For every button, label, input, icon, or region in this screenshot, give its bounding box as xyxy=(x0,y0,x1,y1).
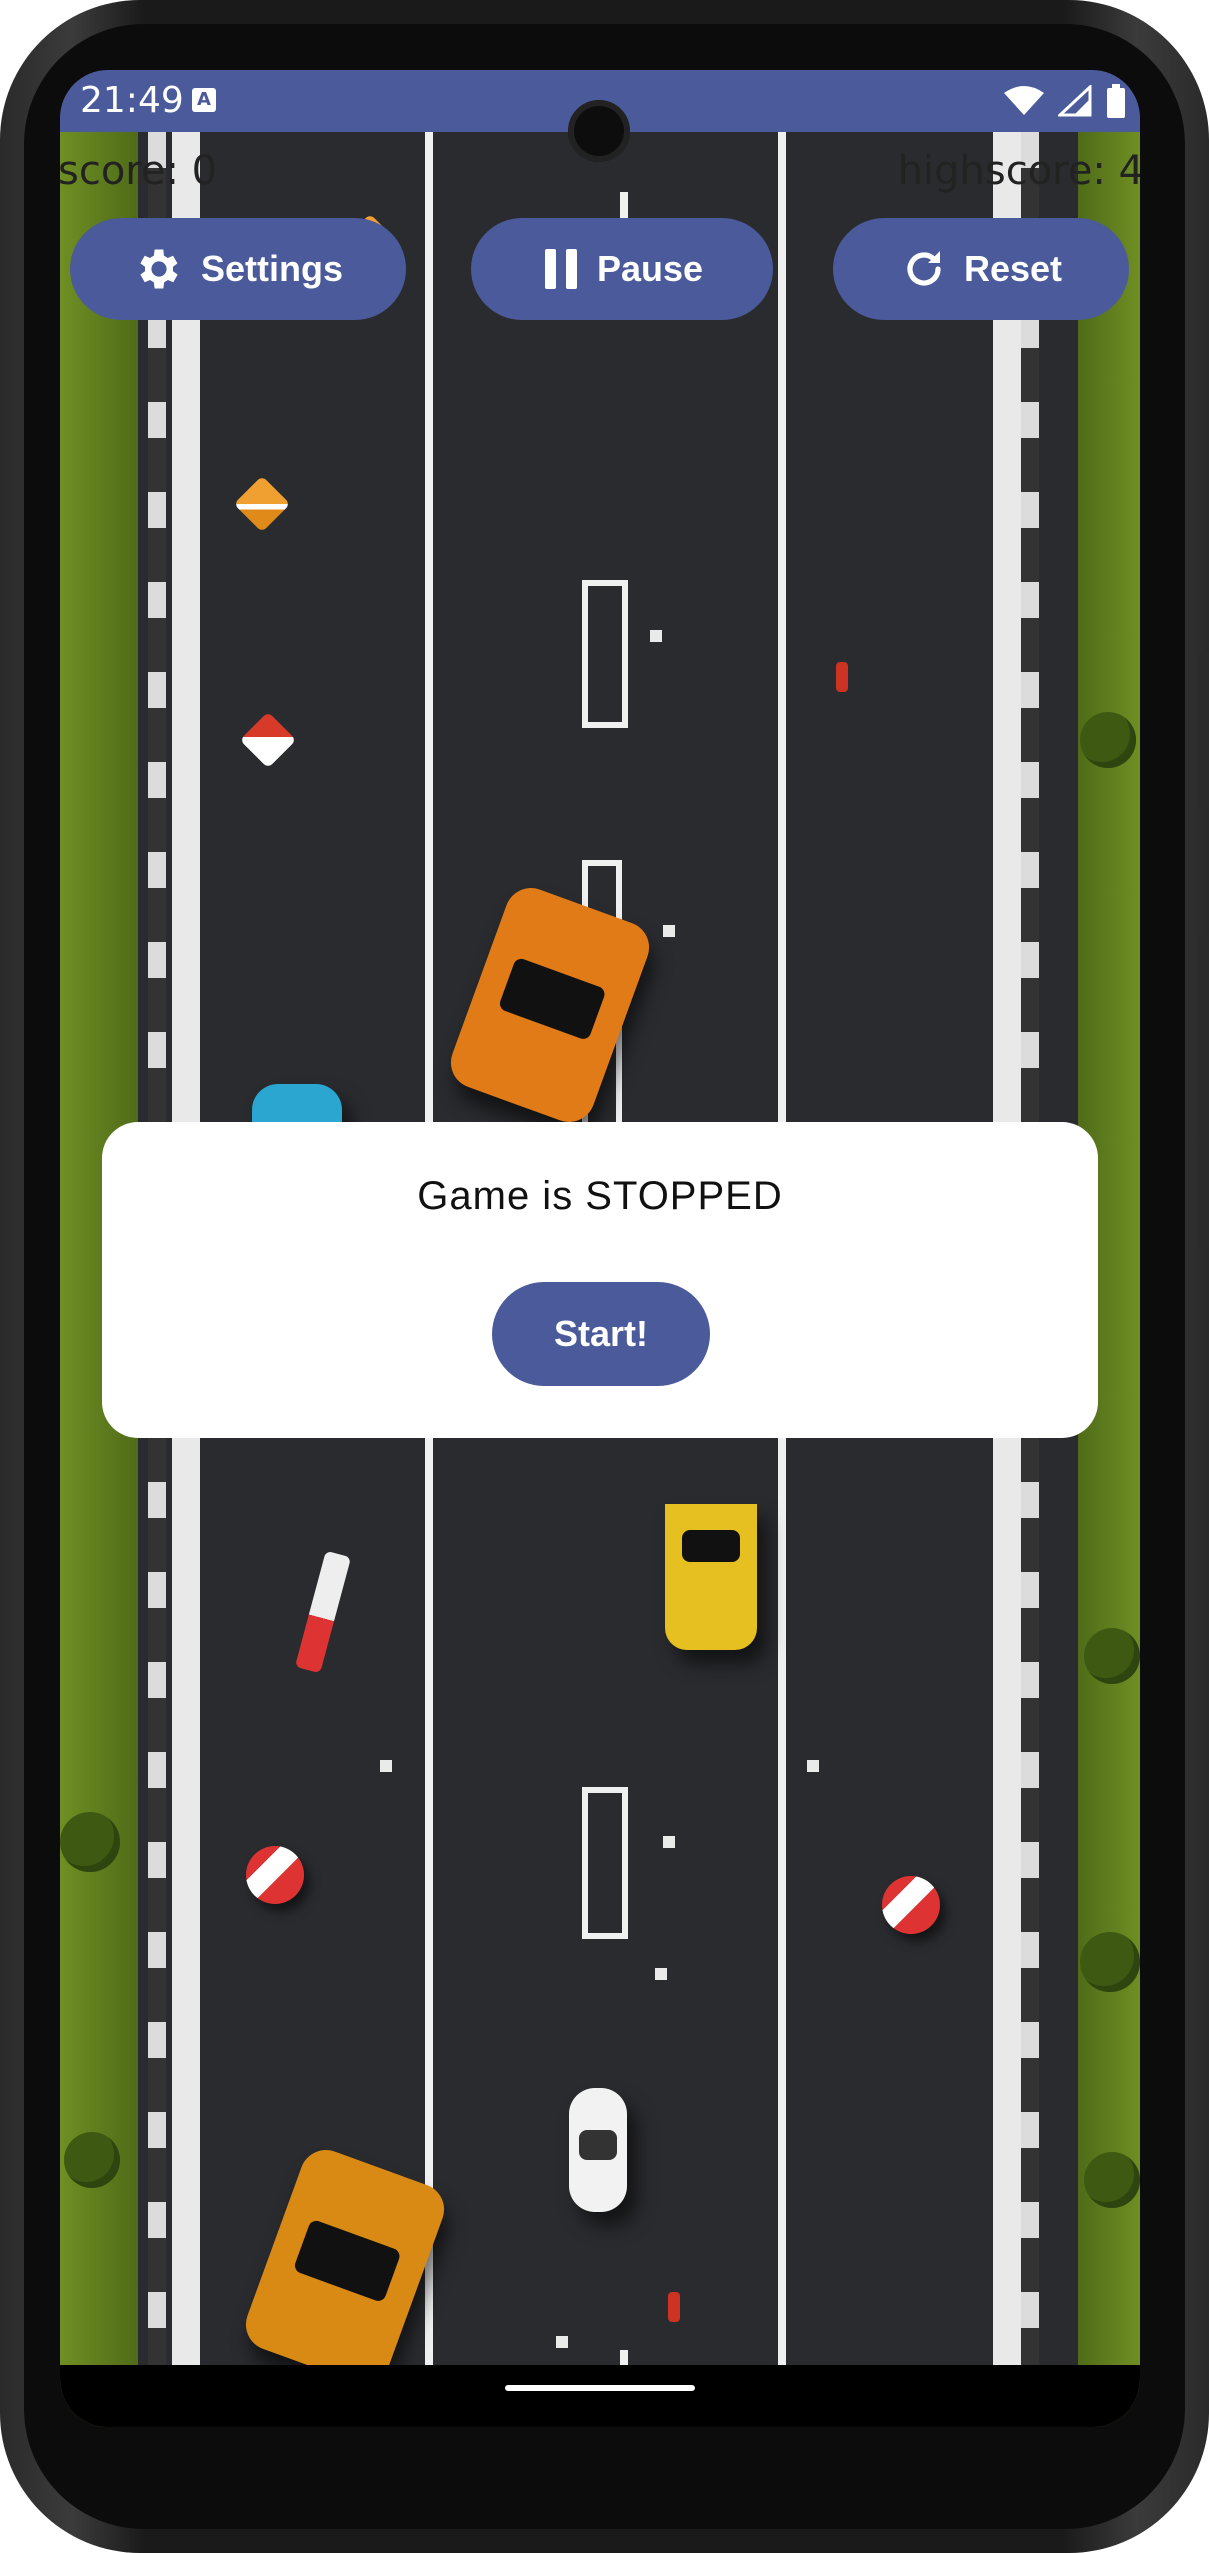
navigation-bar xyxy=(60,2365,1140,2427)
pause-button[interactable]: Pause xyxy=(471,218,773,320)
debris xyxy=(380,1760,392,1772)
debris xyxy=(663,1836,675,1848)
tree xyxy=(1080,1932,1140,1992)
ball-obstacle xyxy=(246,1846,304,1904)
dialog-message: Game is STOPPED xyxy=(417,1174,783,1218)
road-marking-box xyxy=(582,580,628,728)
settings-button[interactable]: Settings xyxy=(70,218,406,320)
home-gesture-handle[interactable] xyxy=(505,2385,695,2391)
front-camera xyxy=(568,100,630,162)
player-car xyxy=(569,2088,627,2212)
notification-icon: A xyxy=(192,88,216,112)
tree xyxy=(64,2132,120,2188)
post-obstacle xyxy=(836,662,848,692)
debris xyxy=(655,1968,667,1980)
signal-icon xyxy=(1058,85,1092,117)
phone-frame: 21:49 A score: 0 highscore: 4 Settings P… xyxy=(0,0,1209,2553)
tree xyxy=(60,1812,120,1872)
tree xyxy=(1084,2152,1140,2208)
status-time: 21:49 xyxy=(80,80,184,121)
ball-obstacle xyxy=(882,1876,940,1934)
gear-icon xyxy=(140,249,178,289)
game-status-dialog: Game is STOPPED Start! xyxy=(102,1122,1098,1438)
power-button xyxy=(1199,930,1209,1250)
pause-icon xyxy=(544,249,577,289)
volume-button xyxy=(1199,650,1209,810)
tree xyxy=(1080,712,1136,768)
debris xyxy=(807,1760,819,1772)
reset-button[interactable]: Reset xyxy=(833,218,1129,320)
debris xyxy=(556,2336,568,2348)
post-obstacle xyxy=(668,2292,680,2322)
road-marking-box xyxy=(582,1787,628,1939)
debris xyxy=(650,630,662,642)
start-button[interactable]: Start! xyxy=(492,1282,710,1386)
reset-button-label: Reset xyxy=(963,248,1063,289)
battery-icon xyxy=(1107,84,1125,118)
pause-button-label: Pause xyxy=(596,248,704,289)
yellow-car xyxy=(665,1504,757,1650)
debris xyxy=(663,925,675,937)
settings-button-label: Settings xyxy=(200,248,343,289)
tree xyxy=(1084,1628,1140,1684)
score-label: score: 0 xyxy=(60,148,218,194)
wifi-icon xyxy=(1004,86,1044,115)
screen: 21:49 A score: 0 highscore: 4 Settings P… xyxy=(60,70,1140,2427)
highscore-label: highscore: 4 xyxy=(897,148,1140,194)
refresh-icon xyxy=(907,251,941,286)
